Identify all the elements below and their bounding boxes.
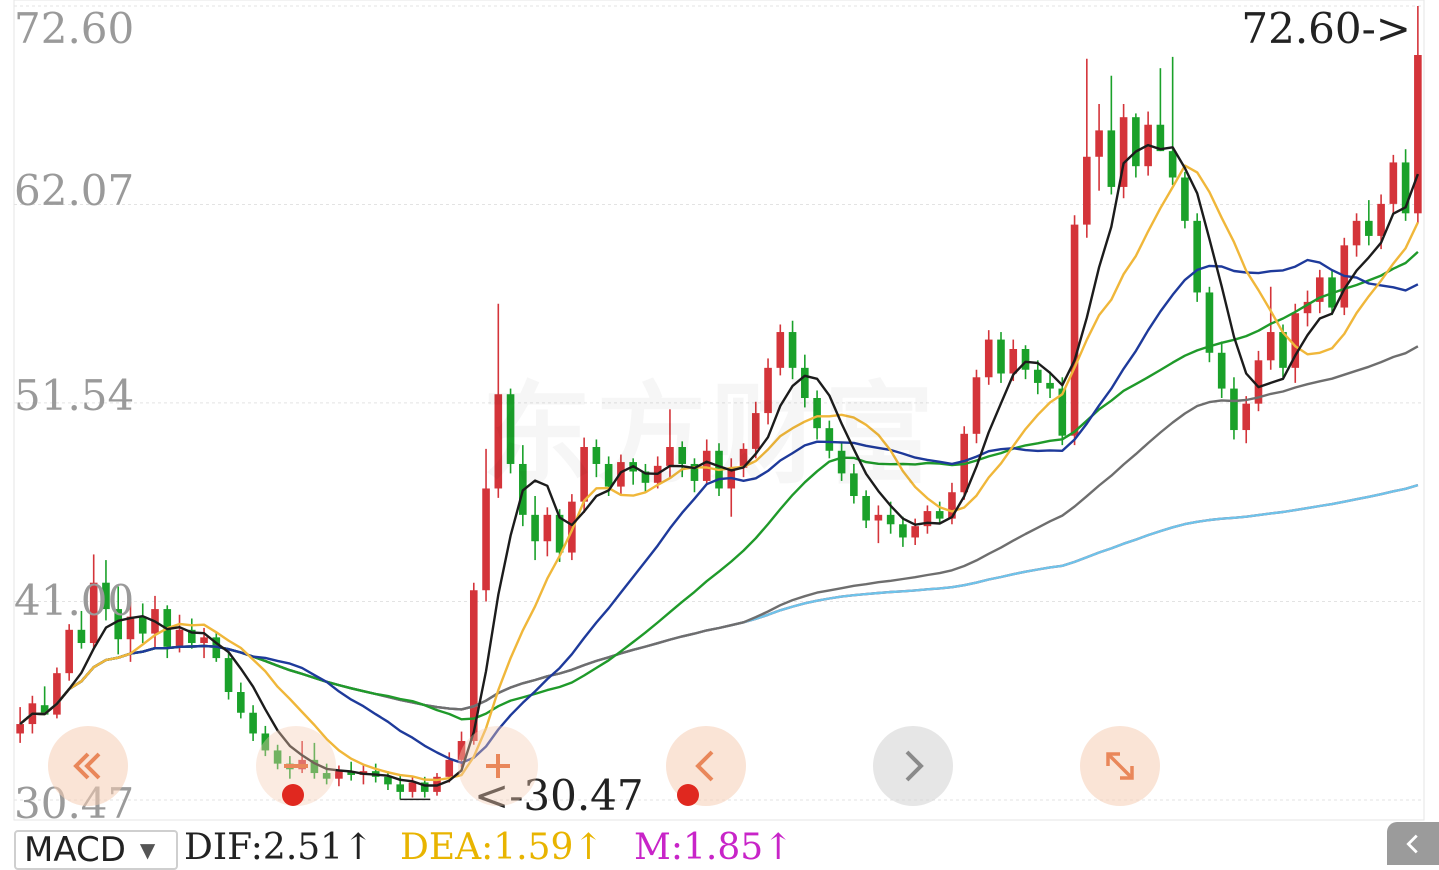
- max-price-marker: 72.60->: [1241, 4, 1411, 53]
- candle-body: [899, 524, 907, 538]
- candle-body: [200, 637, 208, 644]
- candle-body: [935, 511, 944, 519]
- candle-body: [384, 776, 392, 785]
- macd-dea-value: DEA:1.59↑: [400, 827, 604, 868]
- candle-body: [1168, 151, 1177, 178]
- y-tick-label: 51.54: [14, 371, 135, 420]
- candle-body: [445, 759, 454, 777]
- candle-body: [138, 616, 147, 634]
- candle-body: [911, 526, 919, 538]
- candle-body: [543, 514, 552, 542]
- candle-body: [408, 782, 417, 792]
- candle-body: [175, 629, 184, 647]
- scroll-start-button[interactable]: [48, 726, 128, 806]
- candle-body: [77, 629, 86, 644]
- candle-body: [1414, 55, 1422, 214]
- candle-body: [224, 658, 233, 693]
- candle-body: [1132, 117, 1140, 167]
- candle-body: [568, 501, 576, 553]
- left-icon: [695, 750, 714, 782]
- candle-body: [1217, 352, 1226, 389]
- macd-dif-value: DIF:2.51↑: [184, 827, 374, 868]
- fullscreen-button[interactable]: [1080, 726, 1160, 806]
- y-tick-label: 62.07: [14, 166, 135, 215]
- candle-body: [1205, 292, 1214, 353]
- candle-body: [1046, 382, 1054, 389]
- candle-body: [1181, 177, 1189, 221]
- plus-icon: [486, 754, 510, 778]
- candle-body: [972, 377, 981, 434]
- candle-body: [396, 784, 405, 792]
- candle-body: [984, 339, 993, 378]
- expand-icon: [1106, 752, 1134, 780]
- candle-body: [997, 339, 1005, 374]
- watermark: 东方财富: [482, 345, 938, 505]
- candle-body: [1193, 220, 1201, 293]
- candle-body: [1389, 162, 1398, 204]
- candle-body: [249, 712, 257, 734]
- candle-body: [1033, 369, 1042, 383]
- candle-body: [1070, 224, 1079, 436]
- candle-body: [335, 771, 343, 779]
- candle-body: [874, 514, 883, 521]
- candle-body: [65, 629, 73, 674]
- candle-body: [1021, 349, 1030, 370]
- candle-body: [1279, 332, 1287, 368]
- scroll-right-button[interactable]: [873, 726, 953, 806]
- signal-dot: [282, 784, 304, 806]
- candle-body: [886, 514, 895, 525]
- y-tick-label: 41.00: [14, 576, 135, 625]
- minus-icon: [284, 764, 308, 768]
- right-icon: [905, 750, 924, 782]
- chevron-left-icon: [1406, 834, 1418, 853]
- candle-body: [237, 692, 245, 713]
- double-left-icon: [73, 752, 101, 780]
- candle-body: [1095, 130, 1103, 157]
- indicator-select-label: MACD: [24, 830, 126, 870]
- zoom-in-button[interactable]: [458, 726, 538, 806]
- candle-body: [1009, 349, 1018, 374]
- collapse-panel-button[interactable]: [1387, 822, 1439, 865]
- candle-body: [531, 514, 539, 542]
- candle-body: [1242, 403, 1251, 431]
- candle-body: [16, 724, 24, 734]
- y-tick-label: 72.60: [14, 4, 135, 53]
- candle-body: [1377, 203, 1385, 236]
- stock-chart[interactable]: 东方财富 72.60 62.07 51.54 41.00 30.47 72.60…: [0, 0, 1439, 870]
- candle-body: [1230, 388, 1238, 431]
- candle-body: [1107, 130, 1116, 187]
- macd-m-value: M:1.85↑: [634, 827, 794, 868]
- candle-body: [1352, 220, 1361, 246]
- indicator-select[interactable]: MACD ▼: [14, 830, 178, 870]
- candle-body: [1083, 156, 1091, 225]
- signal-dot: [677, 784, 699, 806]
- candle-body: [1266, 332, 1275, 361]
- candle-body: [1365, 220, 1373, 236]
- candle-body: [53, 673, 61, 715]
- caret-down-icon: ▼: [139, 838, 156, 862]
